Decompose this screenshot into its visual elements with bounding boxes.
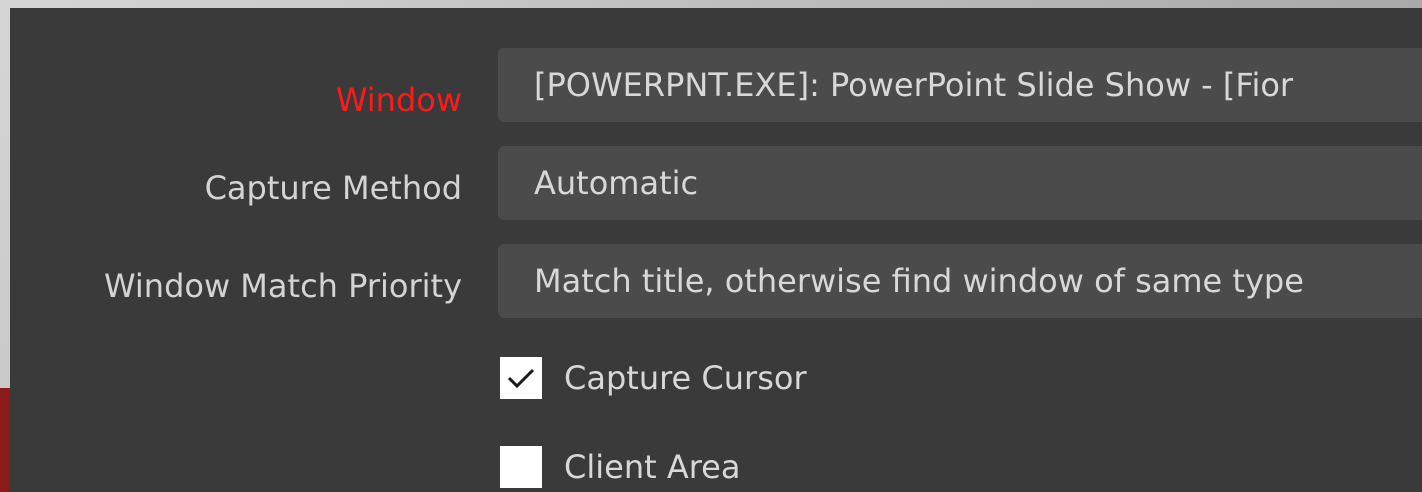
client-area-option[interactable]: Client Area	[500, 446, 741, 488]
window-label: Window	[335, 81, 462, 119]
capture-method-select[interactable]: Automatic	[498, 146, 1422, 220]
checkmark-icon	[507, 368, 535, 389]
capture-method-label: Capture Method	[204, 169, 462, 207]
capture-cursor-label: Capture Cursor	[564, 359, 807, 397]
client-area-label: Client Area	[564, 448, 741, 486]
capture-cursor-checkbox[interactable]	[500, 357, 542, 399]
client-area-checkbox[interactable]	[500, 446, 542, 488]
window-capture-properties-panel: Window [POWERPNT.EXE]: PowerPoint Slide …	[10, 8, 1422, 492]
window-match-priority-label: Window Match Priority	[103, 267, 462, 305]
window-match-priority-select[interactable]: Match title, otherwise find window of sa…	[498, 244, 1422, 318]
window-select[interactable]: [POWERPNT.EXE]: PowerPoint Slide Show - …	[498, 48, 1422, 122]
capture-cursor-option[interactable]: Capture Cursor	[500, 357, 807, 399]
